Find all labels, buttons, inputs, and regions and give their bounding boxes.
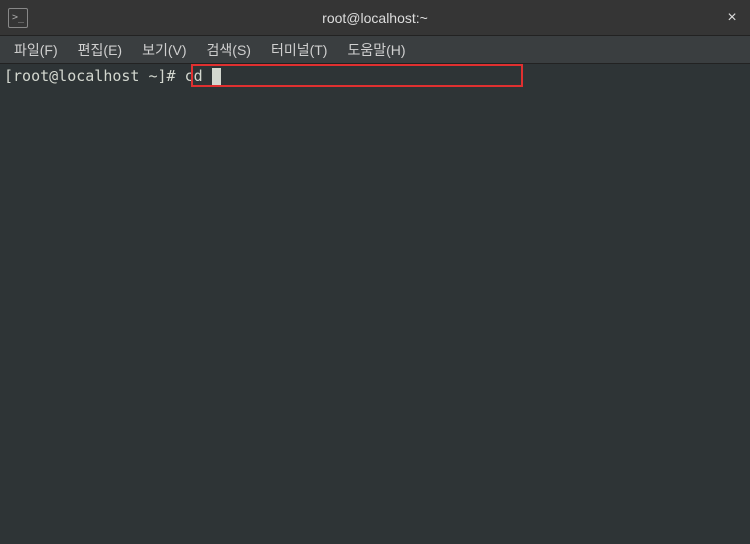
menu-search[interactable]: 검색(S) bbox=[197, 36, 261, 64]
terminal-line: [root@localhost ~]# cd bbox=[4, 66, 746, 86]
window-title: root@localhost:~ bbox=[322, 10, 428, 26]
terminal-area[interactable]: [root@localhost ~]# cd bbox=[0, 64, 750, 544]
terminal-cursor bbox=[212, 68, 221, 85]
menu-terminal[interactable]: 터미널(T) bbox=[261, 36, 338, 64]
terminal-icon: >_ bbox=[8, 8, 28, 28]
menu-file[interactable]: 파일(F) bbox=[4, 36, 68, 64]
close-button[interactable]: × bbox=[722, 8, 742, 28]
terminal-icon-glyph: >_ bbox=[12, 12, 24, 23]
titlebar: >_ root@localhost:~ × bbox=[0, 0, 750, 36]
menubar: 파일(F) 편집(E) 보기(V) 검색(S) 터미널(T) 도움말(H) bbox=[0, 36, 750, 64]
menu-view[interactable]: 보기(V) bbox=[132, 36, 196, 64]
menu-help[interactable]: 도움말(H) bbox=[337, 36, 415, 64]
terminal-prompt: [root@localhost ~]# cd bbox=[4, 67, 212, 85]
menu-edit[interactable]: 편집(E) bbox=[68, 36, 132, 64]
